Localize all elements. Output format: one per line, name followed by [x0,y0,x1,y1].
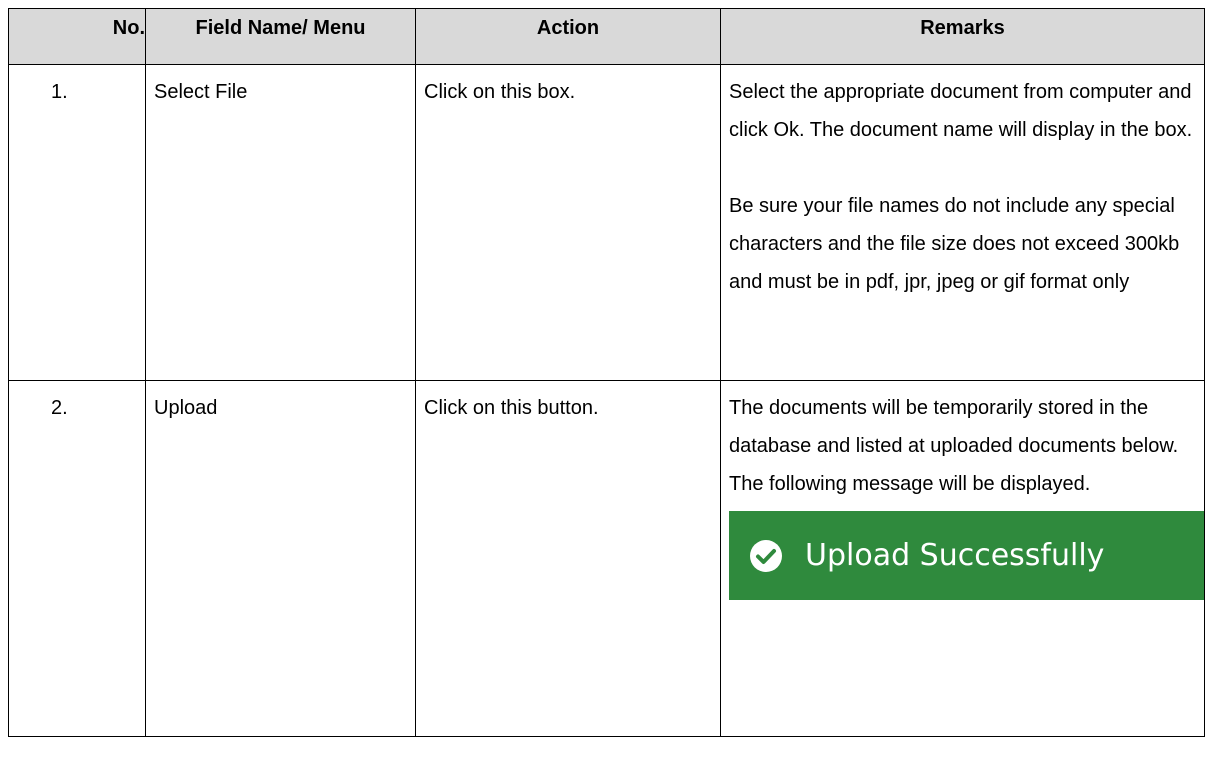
remarks-cell: Select the appropriate document from com… [720,64,1205,381]
remarks-paragraph: Select the appropriate document from com… [729,81,1193,141]
field-name-cell: Upload [145,380,416,737]
action-cell: Click on this box. [415,64,721,381]
table-row: 1. Select File Click on this box. Select… [8,64,1205,381]
header-remarks: Remarks [720,8,1205,65]
field-name-cell: Select File [145,64,416,381]
table-header-row: No. Field Name/ Menu Action Remarks [8,8,1205,65]
header-field-name: Field Name/ Menu [145,8,416,65]
row-number-cell: 1. [8,64,146,381]
action-cell: Click on this button. [415,380,721,737]
remarks-cell: The documents will be temporarily stored… [720,380,1205,737]
upload-success-banner: Upload Successfully [729,511,1204,600]
upload-success-message: Upload Successfully [805,537,1105,573]
header-action: Action [415,8,721,65]
row-number-cell: 2. [8,380,146,737]
table-row: 2. Upload Click on this button. The docu… [8,380,1205,737]
remarks-paragraph: Be sure your file names do not include a… [729,195,1180,293]
header-no: No. [8,8,146,65]
remarks-paragraph: The documents will be temporarily stored… [729,397,1179,495]
instruction-table: No. Field Name/ Menu Action Remarks 1. S… [8,8,1205,737]
check-circle-icon [750,539,782,572]
